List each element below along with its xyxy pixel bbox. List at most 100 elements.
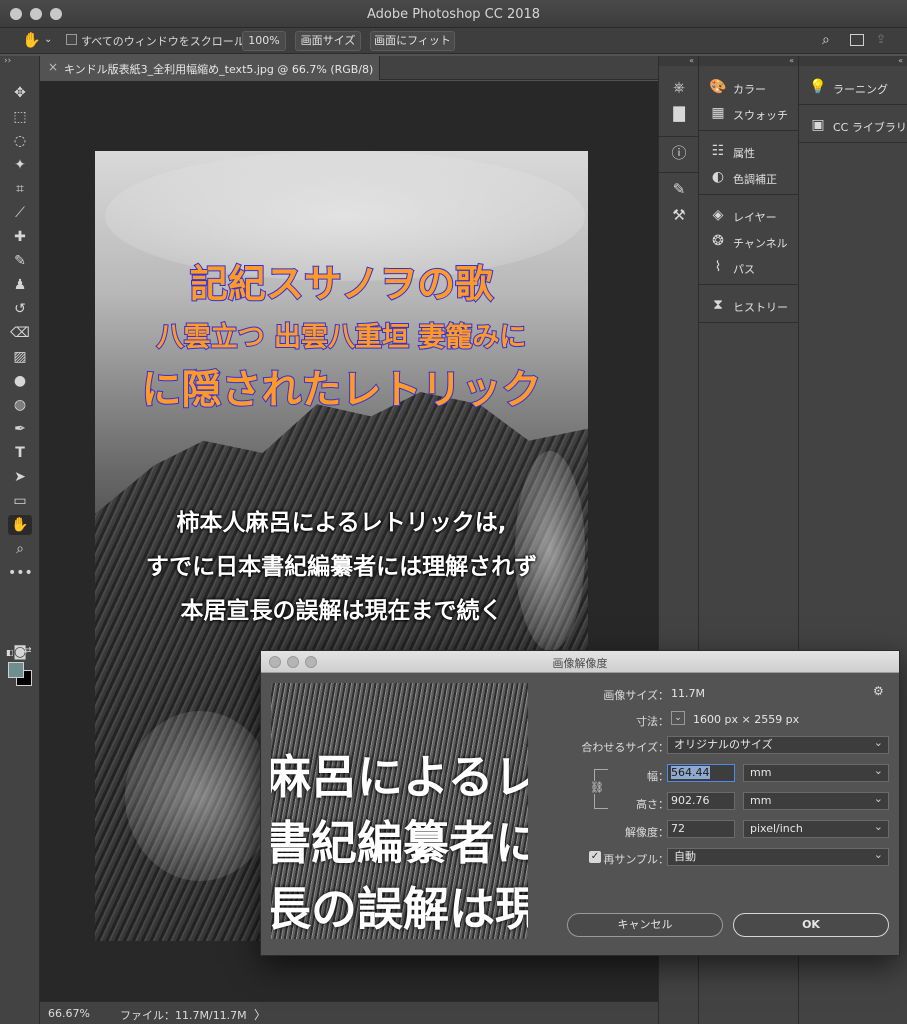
panel-label: ラーニング — [833, 83, 888, 96]
panel-color[interactable]: 🎨 カラー — [699, 76, 798, 100]
type-tool-icon[interactable]: T — [8, 443, 32, 463]
panel-label: パス — [733, 263, 755, 276]
zoom-100-button[interactable]: 100% — [242, 31, 286, 51]
height-label: 高さ： — [636, 798, 669, 811]
chevron-down-icon[interactable]: ⌄ — [44, 34, 52, 45]
panel-label: CC ライブラリ — [833, 121, 907, 134]
tool-presets-icon[interactable]: ⚒ — [669, 206, 689, 224]
collapse-icon[interactable]: « — [699, 56, 798, 66]
document-tab-bar: × キンドル版表紙3_全利用幅縮め_text5.jpg @ 66.7% (RGB… — [40, 56, 658, 80]
move-tool-icon[interactable]: ✥ — [8, 83, 32, 103]
blur-tool-icon[interactable]: ● — [8, 371, 32, 391]
brush-settings-icon[interactable]: ✎ — [669, 180, 689, 198]
scroll-all-label: すべてのウィンドウをスクロール — [81, 35, 245, 48]
panel-properties[interactable]: ☷ 属性 — [699, 140, 798, 164]
cover-body-line3: 本居宣長の誤解は現在まで続く — [180, 598, 503, 624]
cancel-button[interactable]: キャンセル — [567, 913, 723, 937]
document-tab-label: キンドル版表紙3_全利用幅縮め_text5.jpg @ 66.7% (RGB/8… — [64, 63, 374, 76]
width-value: 564.44 — [671, 766, 710, 779]
separator — [659, 136, 698, 137]
panel-adjustments[interactable]: ◐ 色調補正 — [699, 166, 798, 190]
path-selection-tool-icon[interactable]: ➤ — [8, 467, 32, 487]
fit-screen-button[interactable]: 画面にフィット — [370, 31, 455, 51]
image-size-button[interactable]: 画面サイズ — [295, 31, 361, 51]
collapse-icon[interactable]: « — [659, 56, 698, 66]
panel-label: 色調補正 — [733, 173, 777, 186]
histogram-icon[interactable]: ▇ — [669, 104, 689, 122]
separator — [699, 130, 798, 131]
options-bar: ✋ ⌄ すべてのウィンドウをスクロール 100% 画面サイズ 画面にフィット ⌕… — [0, 28, 907, 54]
palette-icon: 🎨 — [709, 79, 727, 95]
height-unit-select[interactable]: mm — [743, 791, 889, 810]
panel-channels[interactable]: ❂ チャンネル — [699, 230, 798, 254]
dimensions-dropdown-icon[interactable]: ⌄ — [671, 711, 685, 725]
separator — [799, 142, 907, 143]
panel-history[interactable]: ⧗ ヒストリー — [699, 294, 798, 318]
image-size-label: 画像サイズ： — [603, 689, 669, 702]
link-chain-icon[interactable]: ⛓ — [590, 781, 604, 794]
image-size-value: 11.7M — [671, 687, 705, 700]
width-input[interactable]: 564.44 — [667, 764, 735, 782]
close-tab-icon[interactable]: × — [48, 60, 58, 74]
lasso-tool-icon[interactable]: ◌ — [8, 131, 32, 151]
document-tab[interactable]: × キンドル版表紙3_全利用幅縮め_text5.jpg @ 66.7% (RGB… — [40, 56, 380, 80]
magic-wand-tool-icon[interactable]: ✦ — [8, 155, 32, 175]
status-menu-arrow[interactable]: 〉 — [254, 1006, 266, 1023]
panel-label: スウォッチ — [733, 109, 788, 122]
resolution-input[interactable]: 72 — [667, 820, 735, 838]
gradient-tool-icon[interactable]: ▨ — [8, 347, 32, 367]
dodge-tool-icon[interactable]: ◍ — [8, 395, 32, 415]
paths-icon: ⌇ — [714, 259, 722, 275]
zoom-tool-icon[interactable]: ⌕ — [8, 539, 32, 559]
healing-brush-tool-icon[interactable]: ✚ — [8, 227, 32, 247]
panel-swatches[interactable]: ▦ スウォッチ — [699, 102, 798, 126]
fit-to-select[interactable]: オリジナルのサイズ — [667, 735, 889, 754]
info-icon[interactable]: ⓘ — [669, 142, 689, 163]
rectangle-tool-icon[interactable]: ▭ — [8, 491, 32, 511]
height-input[interactable]: 902.76 — [667, 792, 735, 810]
more-tools-icon[interactable]: ••• — [8, 563, 33, 583]
eyedropper-tool-icon[interactable]: ⟋ — [8, 203, 32, 223]
hand-tool-preset-icon[interactable]: ✋ — [22, 31, 41, 49]
ok-button[interactable]: OK — [733, 913, 889, 937]
workspace-icon[interactable] — [850, 34, 864, 46]
marquee-tool-icon[interactable]: ⬚ — [8, 107, 32, 127]
file-info: ファイル：11.7M/11.7M — [120, 1009, 247, 1022]
zoom-level[interactable]: 66.67% — [48, 1007, 90, 1020]
panel-paths[interactable]: ⌇ パス — [699, 256, 798, 280]
history-brush-tool-icon[interactable]: ↺ — [8, 299, 32, 319]
panel-learn[interactable]: 💡 ラーニング — [799, 76, 907, 100]
resolution-unit-select[interactable]: pixel/inch — [743, 819, 889, 838]
panel-layers[interactable]: ◈ レイヤー — [699, 204, 798, 228]
share-icon[interactable]: ⇪ — [876, 32, 886, 46]
layers-icon: ◈ — [712, 207, 724, 223]
search-icon[interactable]: ⌕ — [822, 32, 830, 48]
quick-mask-icon[interactable]: ◙ — [8, 642, 32, 662]
brush-tool-icon[interactable]: ✎ — [8, 251, 32, 271]
collapse-icon[interactable]: « — [799, 56, 907, 66]
hand-tool-icon[interactable]: ✋ — [8, 515, 32, 535]
foreground-color-swatch[interactable] — [8, 662, 24, 678]
cover-body-line2: すでに日本書紀編纂者には理解されず — [145, 554, 538, 580]
width-unit-select[interactable]: mm — [743, 763, 889, 782]
resample-select[interactable]: 自動 — [667, 847, 889, 866]
cover-title-line1: 記紀スサノヲの歌 — [189, 261, 494, 307]
stamp-tool-icon[interactable]: ♟ — [8, 275, 32, 295]
pen-tool-icon[interactable]: ✒ — [8, 419, 32, 439]
panel-label: ヒストリー — [733, 301, 788, 314]
status-bar: 66.67% ファイル：11.7M/11.7M 〉 — [40, 1001, 658, 1024]
navigator-icon[interactable]: ⎈ — [669, 78, 689, 96]
panel-libraries[interactable]: ▣ CC ライブラリ — [799, 114, 907, 138]
crop-tool-icon[interactable]: ⌗ — [8, 179, 32, 199]
fit-to-label: 合わせるサイズ： — [581, 741, 669, 754]
resample-checkbox[interactable]: ✓ — [589, 851, 601, 863]
separator — [699, 322, 798, 323]
width-label: 幅： — [647, 770, 669, 783]
gear-icon[interactable]: ⚙ — [873, 684, 884, 698]
scroll-all-checkbox[interactable] — [66, 34, 77, 45]
library-icon: ▣ — [811, 117, 825, 133]
eraser-tool-icon[interactable]: ⌫ — [8, 323, 32, 343]
image-preview[interactable]: 麻呂によるレトリ 書紀編纂者には 長の誤解は現在 — [271, 683, 528, 939]
collapse-icon[interactable]: ›› — [4, 56, 11, 66]
dialog-title: 画像解像度 — [552, 657, 608, 670]
